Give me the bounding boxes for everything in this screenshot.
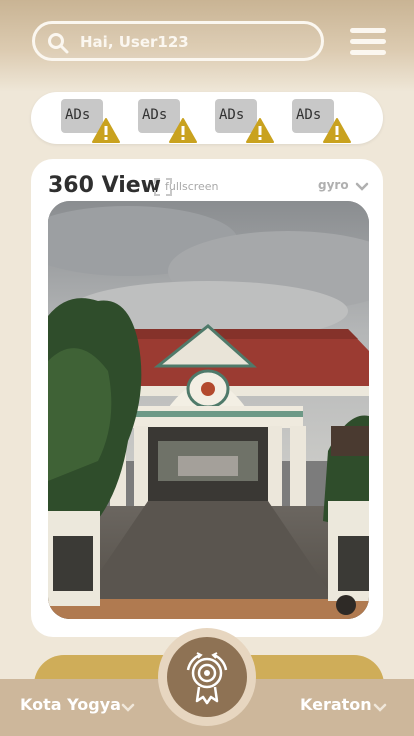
warning-icon (246, 118, 274, 143)
warning-icon (92, 118, 120, 143)
ads-bar: ADs ADs ADs ADs (31, 92, 383, 144)
panorama-image (48, 201, 369, 619)
search-input[interactable]: Hai, User123 (32, 21, 324, 61)
ad-slot[interactable]: ADs (61, 99, 120, 143)
gyro-label[interactable]: gyro (318, 178, 349, 192)
menu-icon[interactable] (350, 28, 388, 56)
chevron-down-icon[interactable] (355, 182, 369, 192)
warning-icon (323, 118, 351, 143)
scan-target-icon (186, 652, 228, 705)
location-city-select[interactable]: Kota Yogya (20, 695, 121, 714)
ad-slot[interactable]: ADs (215, 99, 274, 143)
view360-title: 360 View (48, 173, 162, 198)
ad-label: ADs (296, 107, 322, 123)
scan-button[interactable] (158, 628, 256, 726)
warning-icon (169, 118, 197, 143)
chevron-down-icon[interactable] (121, 703, 135, 713)
ad-label: ADs (219, 107, 245, 123)
chevron-down-icon[interactable] (373, 703, 387, 713)
fullscreen-label[interactable]: fullscreen (165, 180, 219, 193)
top-bar: Hai, User123 (0, 0, 414, 92)
location-place-select[interactable]: Keraton (300, 695, 372, 714)
ad-slot[interactable]: ADs (138, 99, 197, 143)
ad-slot[interactable]: ADs (292, 99, 351, 143)
panorama-viewer[interactable] (48, 201, 369, 619)
search-placeholder: Hai, User123 (80, 33, 189, 51)
search-icon (48, 33, 69, 54)
view360-card: 360 View fullscreen gyro (31, 159, 383, 637)
ad-label: ADs (65, 107, 91, 123)
ad-label: ADs (142, 107, 168, 123)
